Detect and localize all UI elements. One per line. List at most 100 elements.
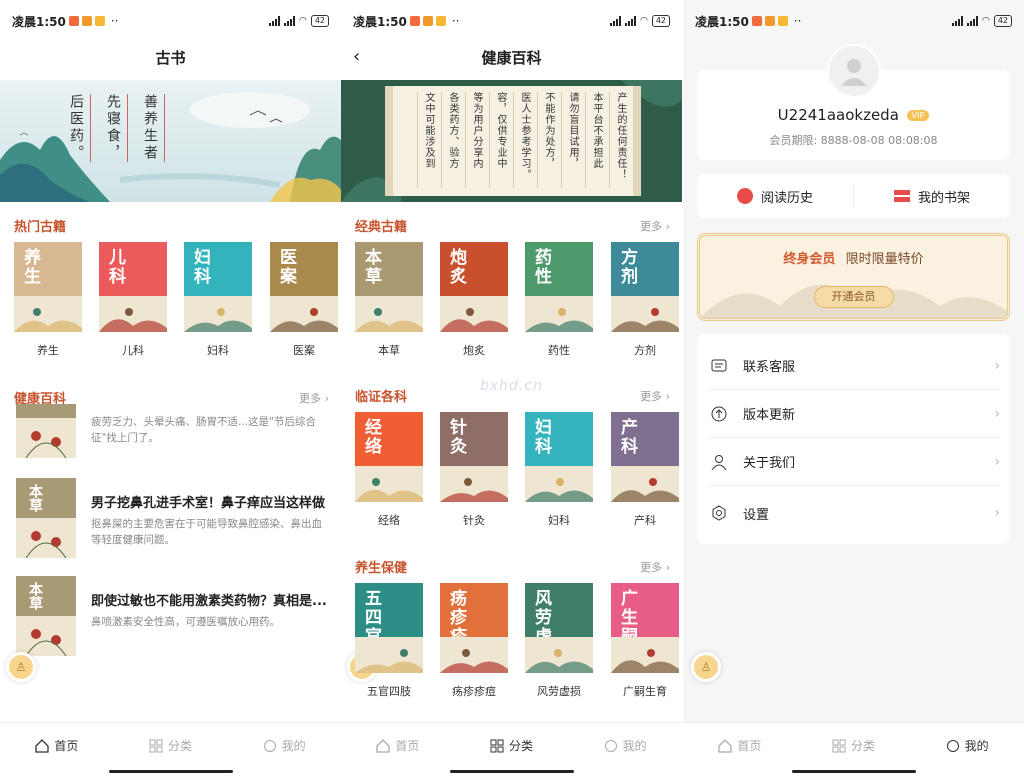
book-cover[interactable]: 方剂 <box>611 242 679 332</box>
article-item[interactable]: 本草 男子挖鼻孔进手术室！鼻子痒应当这样做 抠鼻屎的主要危害在于可能导致鼻腔感染… <box>16 478 327 562</box>
tab-home[interactable]: 首页 <box>376 737 419 754</box>
book-label[interactable]: 产科 <box>611 512 679 528</box>
disclaimer-line: 本平台不承担此 <box>585 92 603 188</box>
app-notification-icon <box>422 16 433 26</box>
book-label[interactable]: 针灸 <box>440 512 508 528</box>
book-cover[interactable]: 经络 <box>355 412 423 502</box>
tab-profile[interactable]: 我的 <box>263 737 306 754</box>
wifi-icon: ◠ <box>639 16 648 26</box>
book-cover[interactable]: 广生嗣育 <box>611 583 679 673</box>
article-thumbnail: 本草 <box>16 576 76 656</box>
book-label[interactable]: 疡疹疹痘 <box>440 683 508 699</box>
grid-icon <box>490 739 504 752</box>
signal-icon <box>283 16 295 26</box>
book-label[interactable]: 广嗣生育 <box>611 683 679 699</box>
tab-category[interactable]: 分类 <box>149 737 192 754</box>
book-cover-illustration <box>14 296 82 332</box>
status-bar: 凌晨1:50 ·· ◠ 42 <box>341 0 682 42</box>
book-label[interactable]: 儿科 <box>99 342 167 358</box>
figure-icon: ♙ <box>15 660 27 674</box>
book-label[interactable]: 妇科 <box>184 342 252 358</box>
menu-item-2[interactable]: 关于我们 › <box>709 438 1000 486</box>
home-icon <box>376 738 390 753</box>
grid-icon <box>832 739 846 752</box>
app-notification-icon <box>751 16 762 26</box>
status-bar: 凌晨1:50 ·· ◠ 42 <box>0 0 341 42</box>
home-icon <box>35 738 49 753</box>
wifi-icon: ◠ <box>981 16 990 26</box>
more-link[interactable]: 更多 › <box>640 559 670 575</box>
home-icon <box>718 738 732 753</box>
book-cover-title: 针灸 <box>446 418 466 456</box>
book-cover[interactable]: 产科 <box>611 412 679 502</box>
signal-icon <box>624 16 636 26</box>
app-notification-icon <box>94 16 105 26</box>
article-title: 即使过敏也不能用激素类药物？真相是... <box>91 594 327 609</box>
book-label[interactable]: 本草 <box>355 342 423 358</box>
floating-action-button[interactable]: ♙ <box>691 652 721 682</box>
book-cover[interactable]: 妇科 <box>184 242 252 332</box>
tab-home[interactable]: 首页 <box>718 737 761 754</box>
book-label[interactable]: 五官四肢 <box>355 683 423 699</box>
article-item[interactable]: 草 疲劳乏力、头晕头痛、肠胃不适...这是"节后综合征"找上门了。 <box>16 404 327 458</box>
tab-category[interactable]: 分类 <box>490 737 533 754</box>
book-cover-title: 方剂 <box>617 248 637 286</box>
book-label[interactable]: 炮炙 <box>440 342 508 358</box>
book-cover[interactable]: 针灸 <box>440 412 508 502</box>
menu-item-label: 联系客服 <box>743 360 796 375</box>
avatar[interactable] <box>826 44 881 98</box>
tab-profile[interactable]: 我的 <box>604 737 647 754</box>
battery-icon: 42 <box>993 15 1012 27</box>
disclaimer-line: 各类药方、验方 <box>441 92 459 188</box>
menu-item-1[interactable]: 版本更新 › <box>709 390 1000 438</box>
banner-text-line: 后医药。 <box>66 94 91 162</box>
vip-promo-banner[interactable]: 终身会员 限时限量特价 开通会员 <box>697 233 1010 321</box>
more-link[interactable]: 更多 › <box>640 218 670 234</box>
article-thumbnail: 本草 <box>16 478 76 558</box>
book-cover[interactable]: 药性 <box>525 242 593 332</box>
tab-category[interactable]: 分类 <box>832 737 875 754</box>
home-banner[interactable]: 善养生者 先寝食， 后医药。 <box>0 80 341 202</box>
more-link[interactable]: 更多 › <box>640 388 670 404</box>
book-cover[interactable]: 养生 <box>14 242 82 332</box>
nav-bar: 古书 <box>0 42 341 72</box>
book-cover[interactable]: 妇科 <box>525 412 593 502</box>
disclaimer-banner: 文中可能涉及到 各类药方、验方 等为用户分享内 容，仅供专业中 医人士参考学习。 不能作为… <box>341 80 682 202</box>
book-cover-illustration <box>525 466 593 502</box>
open-membership-button[interactable]: 开通会员 <box>813 286 894 308</box>
book-label[interactable]: 方剂 <box>611 342 679 358</box>
book-label[interactable]: 药性 <box>525 342 593 358</box>
book-label[interactable]: 妇科 <box>525 512 593 528</box>
upload-icon <box>709 404 729 424</box>
tab-home[interactable]: 首页 <box>35 737 78 754</box>
bookshelf-button[interactable]: 我的书架 <box>854 187 1010 206</box>
book-cover[interactable]: 五四官肢 <box>355 583 423 673</box>
user-card: U2241aaokzeda VIP 会员期限: 8888-08-08 08:08… <box>697 44 1010 160</box>
back-icon[interactable]: ‹ <box>353 46 360 67</box>
bookshelf-icon <box>893 190 910 202</box>
person-icon <box>709 452 729 472</box>
menu-item-0[interactable]: 联系客服 › <box>709 342 1000 390</box>
book-cover[interactable]: 疡疹疹痘 <box>440 583 508 673</box>
book-cover[interactable]: 本草 <box>355 242 423 332</box>
menu-item-3[interactable]: 设置 › <box>709 489 1000 537</box>
book-cover-illustration <box>440 466 508 502</box>
book-cover-title: 本草 <box>361 248 381 286</box>
member-expiry: 会员期限: 8888-08-08 08:08:08 <box>769 134 938 147</box>
book-label[interactable]: 养生 <box>14 342 82 358</box>
book-label[interactable]: 风劳虚损 <box>525 683 593 699</box>
reading-history-button[interactable]: 阅读历史 <box>697 187 853 206</box>
book-cover[interactable]: 炮炙 <box>440 242 508 332</box>
book-cover[interactable]: 儿科 <box>99 242 167 332</box>
section-title: 临证各科 <box>355 390 408 405</box>
floating-action-button[interactable]: ♙ <box>6 652 36 682</box>
herb-illustration <box>16 418 76 458</box>
article-item[interactable]: 本草 即使过敏也不能用激素类药物？真相是... 鼻喷激素安全性高，可遵医嘱放心用… <box>16 576 327 660</box>
book-label[interactable]: 经络 <box>355 512 423 528</box>
book-label[interactable]: 医案 <box>270 342 338 358</box>
book-cover[interactable]: 风劳虚损 <box>525 583 593 673</box>
book-cover-illustration <box>611 296 679 332</box>
book-cover-title: 养生 <box>20 248 40 286</box>
book-cover[interactable]: 医案 <box>270 242 338 332</box>
tab-profile[interactable]: 我的 <box>946 737 989 754</box>
